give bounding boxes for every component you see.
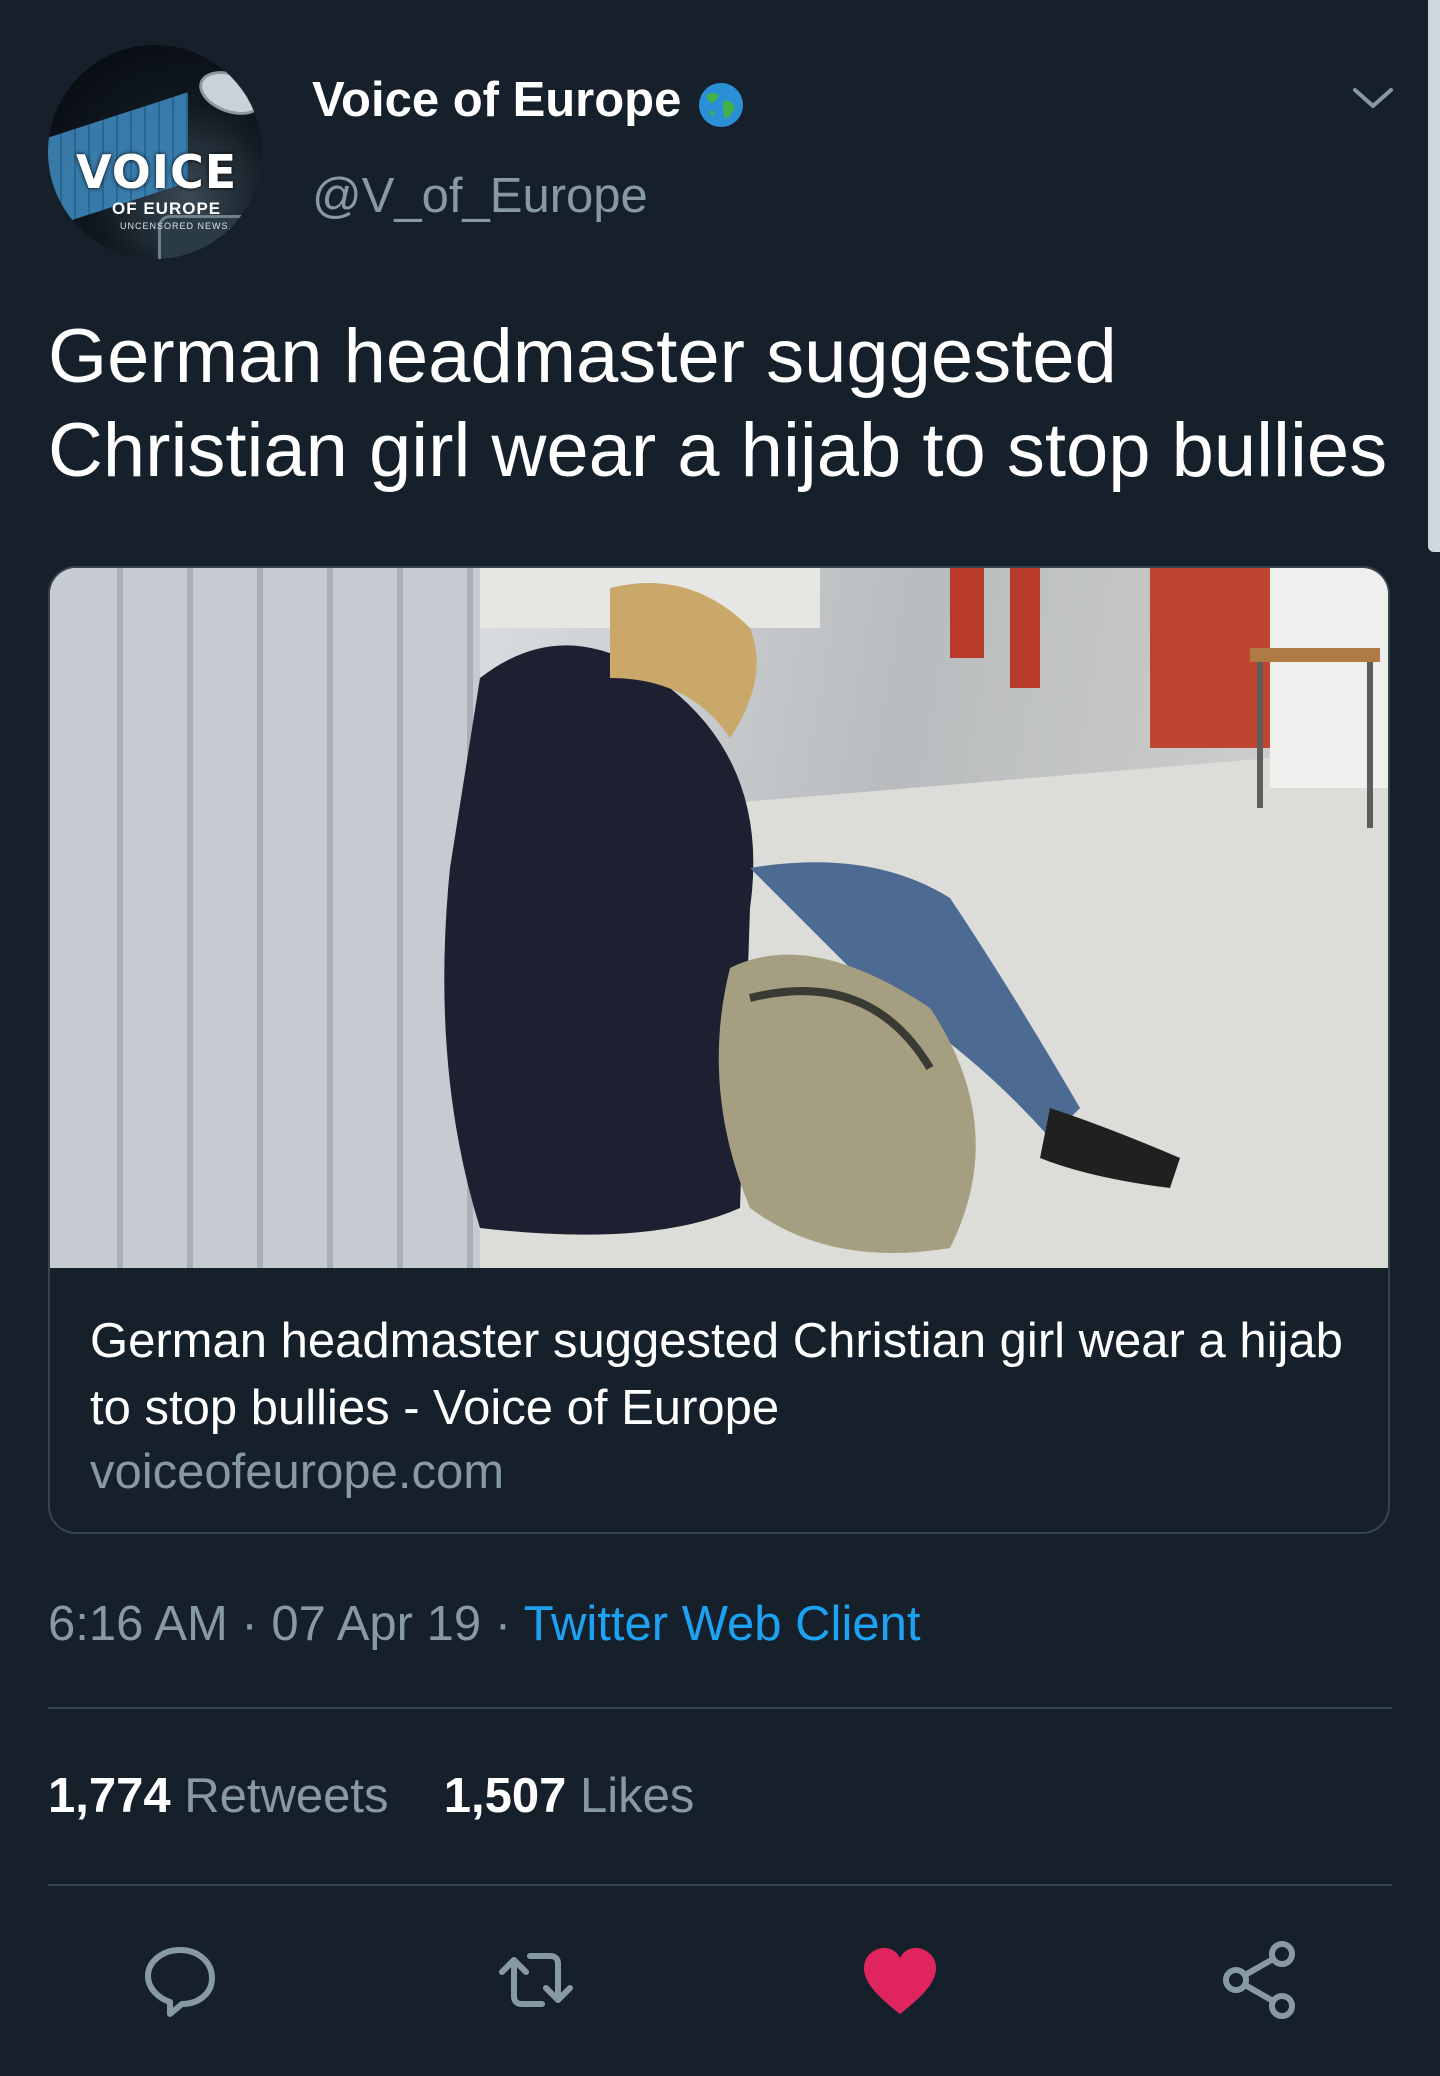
card-title: German headmaster suggested Christian gi… [90, 1314, 1343, 1435]
share-icon[interactable] [1220, 1940, 1300, 2020]
handle[interactable]: @V_of_Europe [312, 168, 648, 224]
avatar-logo-text: VOICE [76, 145, 238, 199]
tweet-time: 6:16 AM [48, 1597, 228, 1651]
meta-separator: · [227, 1597, 272, 1651]
chevron-down-icon[interactable] [1349, 82, 1397, 114]
client-link[interactable]: Twitter Web Client [524, 1597, 921, 1651]
tweet-stats: 1,774 Retweets 1,507 Likes [48, 1768, 694, 1824]
divider [48, 1707, 1392, 1709]
retweets-label[interactable]: Retweets [184, 1769, 388, 1823]
likes-count[interactable]: 1,507 [444, 1769, 567, 1823]
likes-label[interactable]: Likes [580, 1769, 694, 1823]
avatar-logo-tagline: UNCENSORED NEWS... [120, 221, 240, 231]
tweet-text: German headmaster suggested Christian gi… [48, 314, 1388, 493]
avatar[interactable]: VOICE OF EUROPE UNCENSORED NEWS... [48, 45, 262, 259]
meta-separator: · [481, 1597, 524, 1651]
display-name[interactable]: Voice of Europe [312, 72, 681, 128]
scrollbar[interactable] [1428, 0, 1440, 552]
retweets-count[interactable]: 1,774 [48, 1769, 171, 1823]
heart-icon[interactable] [860, 1942, 940, 2022]
reply-icon[interactable] [140, 1940, 220, 2020]
tweet-date: 07 Apr 19 [271, 1597, 482, 1651]
card-domain: voiceofeurope.com [90, 1445, 505, 1499]
retweet-icon[interactable] [496, 1940, 576, 2020]
card-image[interactable] [50, 568, 1388, 1268]
card-photo [50, 568, 1388, 1268]
divider [48, 1884, 1392, 1886]
avatar-logo-subtext: OF EUROPE [112, 199, 222, 218]
tweet-meta: 6:16 AM · 07 Apr 19 · Twitter Web Client [48, 1596, 920, 1652]
globe-icon [699, 83, 743, 127]
satellite-dish [193, 62, 262, 124]
link-card[interactable]: German headmaster suggested Christian gi… [48, 566, 1390, 1534]
